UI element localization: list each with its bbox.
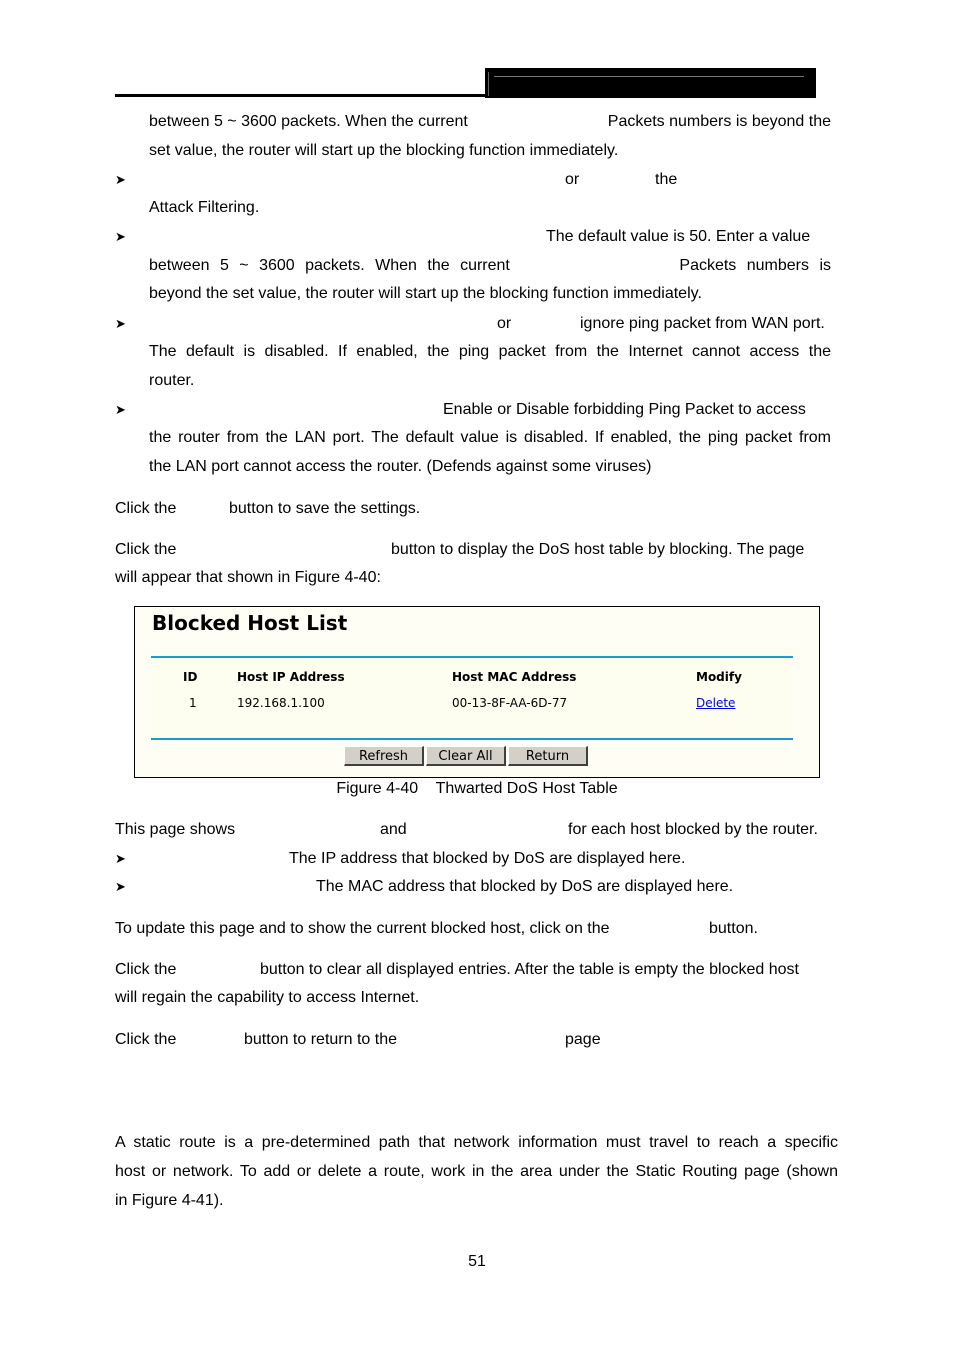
bullet-arrow-icon: ➤ xyxy=(115,851,126,866)
text-line: in Figure 4-41). xyxy=(115,1192,224,1209)
text: Click the xyxy=(115,1031,177,1048)
text: button to save the settings. xyxy=(229,500,421,517)
divider xyxy=(151,656,793,658)
bullet-arrow-icon: ➤ xyxy=(115,229,126,244)
text: the xyxy=(655,171,678,188)
text: button to return to the xyxy=(244,1031,397,1048)
text-line: will appear that shown in Figure 4-40: xyxy=(115,569,381,586)
text: button to display the DoS host table by … xyxy=(391,541,805,558)
text: To update this page and to show the curr… xyxy=(115,920,610,937)
panel-title: Blocked Host List xyxy=(152,611,348,635)
text-line: A static route is a pre-determined path … xyxy=(115,1134,838,1151)
text: between 5 ~ 3600 packets. When the curre… xyxy=(149,113,468,130)
text: The IP address that blocked by DoS are d… xyxy=(289,850,686,867)
text: button to clear all displayed entries. A… xyxy=(260,961,799,978)
divider xyxy=(151,738,793,740)
header-rule xyxy=(115,94,487,97)
bullet-arrow-icon: ➤ xyxy=(115,172,126,187)
column-header-mac: Host MAC Address xyxy=(452,670,577,684)
text: or xyxy=(565,171,580,188)
text-line: Attack Filtering. xyxy=(149,199,260,216)
column-header-id: ID xyxy=(183,670,198,684)
bullet-arrow-icon: ➤ xyxy=(115,879,126,894)
cell-ip: 192.168.1.100 xyxy=(237,696,325,710)
text: page xyxy=(565,1031,601,1048)
text: Packets numbers is beyond the xyxy=(607,113,831,130)
text: ignore ping packet from WAN port. xyxy=(580,315,825,332)
text: Click the xyxy=(115,541,177,558)
figure-caption: Figure 4-40 Thwarted DoS Host Table xyxy=(336,780,618,797)
cell-mac: 00-13-8F-AA-6D-77 xyxy=(452,696,568,710)
text-line: beyond the set value, the router will st… xyxy=(149,285,702,302)
text: Packets numbers is xyxy=(679,257,831,274)
refresh-button[interactable]: Refresh xyxy=(344,746,424,766)
text-line: between 5 ~ 3600 packets. When the curre… xyxy=(149,112,831,132)
text: for each host blocked by the router. xyxy=(568,821,818,838)
text: This page shows xyxy=(115,821,236,838)
text-line: the LAN port cannot access the router. (… xyxy=(149,458,652,475)
bullet-arrow-icon: ➤ xyxy=(115,402,126,417)
text: and xyxy=(380,821,407,838)
text-line: The default is disabled. If enabled, the… xyxy=(149,343,831,360)
page-number: 51 xyxy=(468,1253,486,1270)
text: button. xyxy=(709,920,758,937)
column-header-ip: Host IP Address xyxy=(237,670,345,684)
cell-id: 1 xyxy=(189,696,197,710)
return-button[interactable]: Return xyxy=(508,746,588,766)
text-line: router. xyxy=(149,372,195,389)
text-line: will regain the capability to access Int… xyxy=(115,989,420,1006)
column-header-modify: Modify xyxy=(696,670,742,684)
blocked-host-list-panel: Blocked Host List ID Host IP Address Hos… xyxy=(134,606,820,778)
text-line: host or network. To add or delete a rout… xyxy=(115,1163,838,1180)
text: Click the xyxy=(115,500,177,517)
text: The MAC address that blocked by DoS are … xyxy=(316,878,734,895)
delete-link[interactable]: Delete xyxy=(696,696,735,710)
text-line: between 5 ~ 3600 packets. When the curre… xyxy=(149,256,831,276)
text-line: the router from the LAN port. The defaul… xyxy=(149,429,831,446)
header-banner xyxy=(485,68,816,98)
clear-all-button[interactable]: Clear All xyxy=(426,746,506,766)
text: Click the xyxy=(115,961,177,978)
text: or xyxy=(497,315,512,332)
bullet-arrow-icon: ➤ xyxy=(115,316,126,331)
table-area xyxy=(151,649,793,739)
text: The default value is 50. Enter a value xyxy=(546,228,811,245)
text: between 5 ~ 3600 packets. When the curre… xyxy=(149,257,510,274)
text: Enable or Disable forbidding Ping Packet… xyxy=(443,401,806,418)
text-line: set value, the router will start up the … xyxy=(149,142,619,159)
